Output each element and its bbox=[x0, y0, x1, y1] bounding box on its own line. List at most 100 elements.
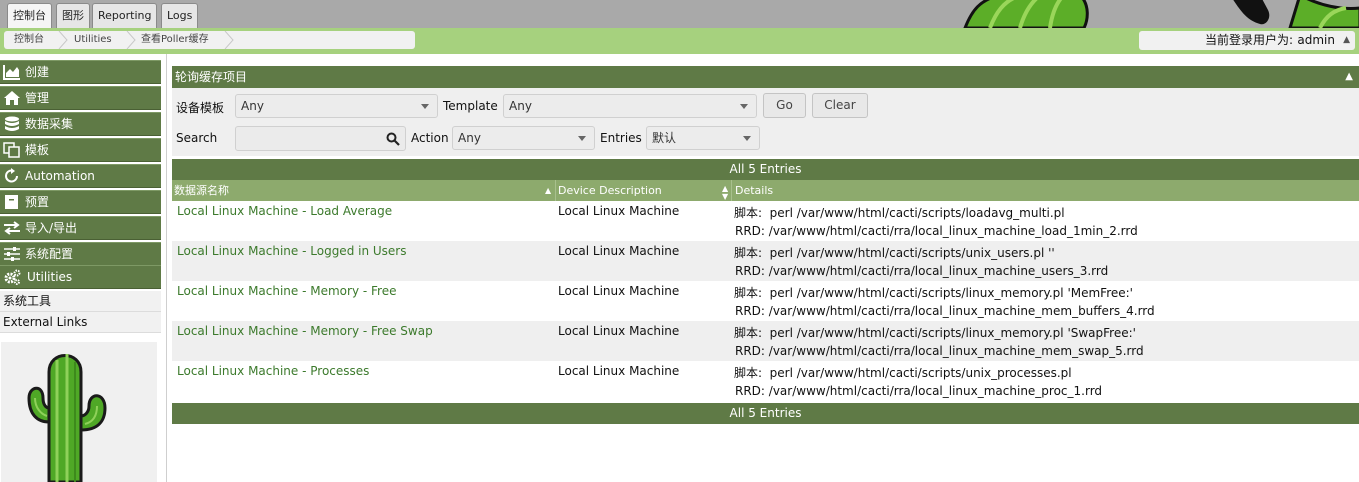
cogs-icon bbox=[4, 269, 21, 285]
sidebar-subitem-external-links[interactable]: External Links bbox=[0, 312, 161, 333]
collapse-icon[interactable]: ▲ bbox=[1345, 66, 1353, 88]
column-header-data-source[interactable]: 数据源名称 bbox=[174, 180, 229, 201]
column-header-details[interactable]: Details bbox=[735, 180, 773, 201]
device-template-select[interactable]: Any bbox=[235, 94, 438, 118]
table-row: Local Linux Machine - Logged in Users Lo… bbox=[172, 241, 1359, 281]
refresh-icon bbox=[5, 168, 18, 183]
sidebar-item-import-export[interactable]: 导入/导出 bbox=[0, 216, 161, 240]
select-value: Any bbox=[241, 99, 264, 113]
sidebar-item-label: 预置 bbox=[25, 195, 50, 209]
select-value: Any bbox=[458, 131, 481, 145]
sidebar-subitem-system-tools[interactable]: 系统工具 bbox=[0, 291, 161, 312]
details-rrd: RRD: /var/www/html/cacti/rra/local_linux… bbox=[735, 304, 1155, 318]
exchange-icon bbox=[4, 221, 20, 235]
breadcrumb-separator-icon bbox=[58, 31, 68, 49]
breadcrumb: 控制台 Utilities 查看Poller缓存 bbox=[4, 31, 415, 49]
preset-icon bbox=[5, 195, 18, 209]
sidebar-item-label: 创建 bbox=[25, 65, 50, 79]
search-input[interactable] bbox=[235, 126, 406, 151]
database-icon bbox=[5, 116, 19, 131]
sidebar-item-label: 导入/导出 bbox=[25, 221, 78, 235]
details-script: 脚本: perl /var/www/html/cacti/scripts/loa… bbox=[734, 206, 1065, 220]
login-username[interactable]: admin bbox=[1297, 31, 1335, 50]
search-label: Search bbox=[176, 131, 218, 145]
chart-area-icon bbox=[3, 65, 20, 80]
sidebar-item-utilities[interactable]: Utilities bbox=[0, 265, 161, 289]
action-select[interactable]: Any bbox=[452, 126, 595, 150]
table-row: Local Linux Machine - Load Average Local… bbox=[172, 201, 1359, 241]
panel-title: 轮询缓存项目 bbox=[175, 70, 248, 84]
details-rrd: RRD: /var/www/html/cacti/rra/local_linux… bbox=[735, 264, 1109, 278]
chevron-down-icon bbox=[578, 136, 586, 141]
search-icon[interactable] bbox=[386, 132, 400, 146]
sidebar-item-presets[interactable]: 预置 bbox=[0, 190, 161, 214]
entries-count-top: All 5 Entries bbox=[172, 159, 1359, 180]
sidebar-item-data-collection[interactable]: 数据采集 bbox=[0, 112, 161, 136]
top-navigation-bar: 控制台 图形 Reporting Logs bbox=[0, 0, 1359, 28]
device-description: Local Linux Machine bbox=[558, 324, 680, 338]
tab-graphs[interactable]: 图形 bbox=[56, 3, 90, 28]
device-description: Local Linux Machine bbox=[558, 244, 680, 258]
details-script: 脚本: perl /var/www/html/cacti/scripts/lin… bbox=[734, 286, 1133, 300]
select-value: Any bbox=[509, 99, 532, 113]
select-value: 默认 bbox=[652, 131, 677, 145]
sidebar-item-system-config[interactable]: 系统配置 bbox=[0, 242, 161, 266]
breadcrumb-separator-icon bbox=[224, 31, 234, 49]
device-description: Local Linux Machine bbox=[558, 204, 680, 218]
panel-header: 轮询缓存项目 ▲ bbox=[172, 66, 1359, 88]
entries-label: Entries bbox=[600, 131, 642, 145]
sliders-icon bbox=[4, 247, 20, 261]
sort-asc-icon[interactable]: ▲ bbox=[545, 180, 551, 201]
table-header: 数据源名称 ▲ Device Description ▲ ▼ Details bbox=[172, 180, 1359, 201]
cacti-logo bbox=[1, 342, 157, 482]
column-header-device-description[interactable]: Device Description bbox=[558, 180, 662, 201]
sidebar: 创建 管理 数据采集 模板 Automation 预置 导入/导出 系统配置 U… bbox=[0, 54, 167, 482]
details-rrd: RRD: /var/www/html/cacti/rra/local_linux… bbox=[735, 384, 1103, 398]
data-source-link[interactable]: Local Linux Machine - Logged in Users bbox=[177, 244, 406, 258]
sidebar-item-label: Utilities bbox=[27, 270, 73, 284]
data-source-link[interactable]: Local Linux Machine - Load Average bbox=[177, 204, 392, 218]
device-description: Local Linux Machine bbox=[558, 284, 680, 298]
details-script: 脚本: perl /var/www/html/cacti/scripts/lin… bbox=[734, 326, 1136, 340]
details-script: 脚本: perl /var/www/html/cacti/scripts/uni… bbox=[734, 366, 1072, 380]
copy-icon bbox=[3, 142, 20, 158]
sidebar-item-automation[interactable]: Automation bbox=[0, 164, 161, 188]
chevron-down-icon bbox=[421, 104, 429, 109]
entries-select[interactable]: 默认 bbox=[646, 126, 760, 150]
home-icon bbox=[4, 91, 20, 105]
data-source-link[interactable]: Local Linux Machine - Processes bbox=[177, 364, 369, 378]
go-button[interactable]: Go bbox=[763, 93, 806, 118]
sidebar-item-create[interactable]: 创建 bbox=[0, 60, 161, 84]
sidebar-item-label: 模板 bbox=[25, 143, 50, 157]
sidebar-item-label: 数据采集 bbox=[25, 117, 74, 131]
breadcrumb-separator-icon bbox=[126, 31, 136, 49]
breadcrumb-view-poller-cache[interactable]: 查看Poller缓存 bbox=[141, 31, 209, 49]
sidebar-item-templates[interactable]: 模板 bbox=[0, 138, 161, 162]
table-row: Local Linux Machine - Memory - Free Swap… bbox=[172, 321, 1359, 361]
action-label: Action bbox=[411, 131, 449, 145]
details-rrd: RRD: /var/www/html/cacti/rra/local_linux… bbox=[735, 224, 1138, 238]
data-source-link[interactable]: Local Linux Machine - Memory - Free Swap bbox=[177, 324, 433, 338]
breadcrumb-utilities[interactable]: Utilities bbox=[74, 31, 112, 49]
tab-logs[interactable]: Logs bbox=[161, 3, 199, 28]
login-label: 当前登录用户为: bbox=[1204, 33, 1293, 47]
chevron-down-icon bbox=[740, 104, 748, 109]
chevron-up-icon[interactable]: ▲ bbox=[1343, 31, 1350, 50]
sidebar-item-manage[interactable]: 管理 bbox=[0, 86, 161, 110]
sidebar-item-label: Automation bbox=[25, 169, 95, 183]
column-divider bbox=[731, 180, 732, 201]
details-rrd: RRD: /var/www/html/cacti/rra/local_linux… bbox=[735, 344, 1144, 358]
user-login-menu[interactable]: 当前登录用户为: admin ▲ bbox=[1139, 31, 1355, 50]
tab-console[interactable]: 控制台 bbox=[7, 3, 52, 28]
column-divider bbox=[555, 180, 556, 201]
cactus-banner-logo bbox=[960, 0, 1359, 28]
clear-button[interactable]: Clear bbox=[812, 93, 868, 118]
tab-reporting[interactable]: Reporting bbox=[92, 3, 158, 28]
device-description: Local Linux Machine bbox=[558, 364, 680, 378]
breadcrumb-console[interactable]: 控制台 bbox=[14, 31, 44, 49]
device-template-label: 设备模板 bbox=[176, 101, 225, 115]
data-source-link[interactable]: Local Linux Machine - Memory - Free bbox=[177, 284, 396, 298]
table-row: Local Linux Machine - Processes Local Li… bbox=[172, 361, 1359, 401]
template-select[interactable]: Any bbox=[503, 94, 757, 118]
details-script: 脚本: perl /var/www/html/cacti/scripts/uni… bbox=[734, 246, 1055, 260]
